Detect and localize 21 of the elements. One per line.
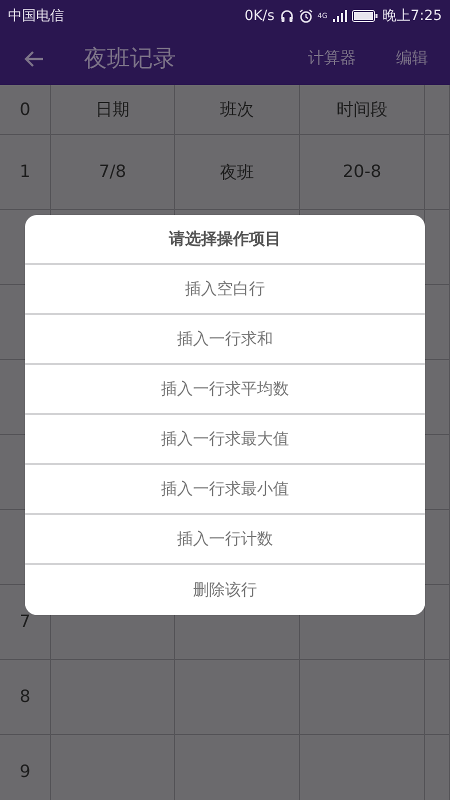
clock-time: 晚上7:25 xyxy=(382,7,442,25)
signal-icon xyxy=(332,10,347,22)
carrier-name: 中国电信 xyxy=(8,7,64,25)
battery-icon xyxy=(352,10,378,22)
row-number: 1 xyxy=(0,135,51,210)
column-header: 时间段 xyxy=(300,85,425,135)
table-cell: 夜班 xyxy=(175,135,300,210)
row-number: 9 xyxy=(0,735,51,800)
column-header xyxy=(425,85,450,135)
toolbar-action[interactable]: 计算器 xyxy=(308,48,356,69)
table-cell: 7/8 xyxy=(51,135,175,210)
toolbar-action[interactable]: 编辑 xyxy=(396,48,428,69)
table-cell: 20-8 xyxy=(300,135,425,210)
column-header: 班次 xyxy=(175,85,300,135)
column-header: 日期 xyxy=(51,85,175,135)
page-title: 夜班记录 xyxy=(84,45,177,74)
row-number: 8 xyxy=(0,660,51,735)
headset-icon xyxy=(280,9,294,23)
network-speed: 0K/s xyxy=(244,8,275,24)
alarm-icon xyxy=(298,9,313,23)
column-header: 0 xyxy=(0,85,51,135)
